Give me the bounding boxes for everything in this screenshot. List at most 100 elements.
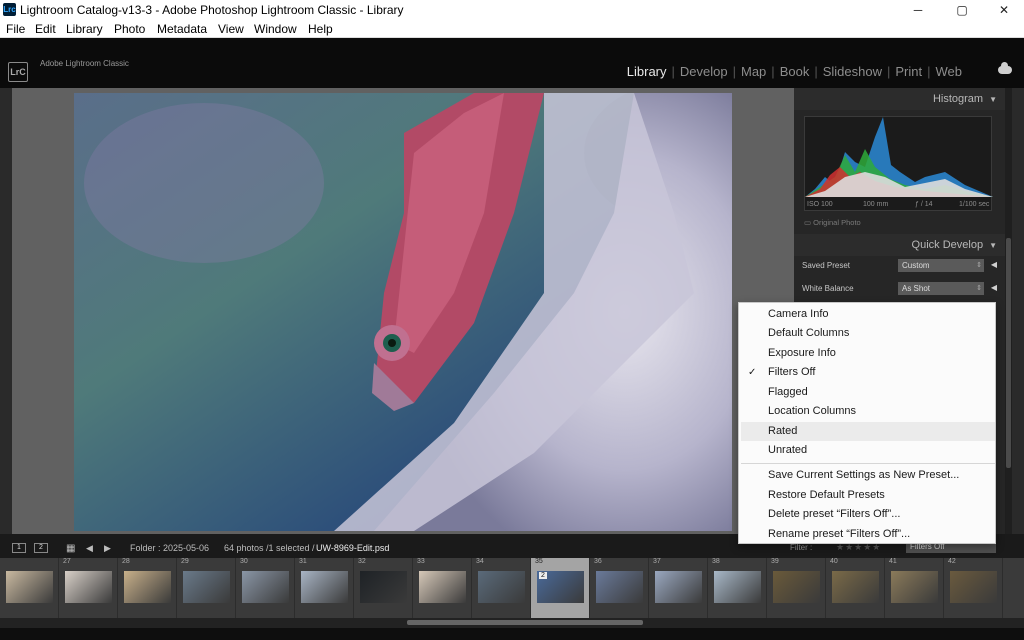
collapse-triangle-icon[interactable]: ▼ (989, 241, 997, 250)
thumbnail-image (891, 571, 938, 603)
thumbnail-index: 36 (594, 558, 602, 565)
menu-item-exposure-info[interactable]: Exposure Info (741, 344, 995, 363)
thumbnail-image (360, 571, 407, 603)
grid-view-icon[interactable]: ▦ (66, 543, 75, 554)
selected-filename: UW-8969-Edit.psd (316, 543, 390, 553)
filmstrip-thumbnail[interactable]: 31 (295, 558, 354, 618)
menu-item-unrated[interactable]: Unrated (741, 441, 995, 460)
filmstrip-thumbnail[interactable]: 30 (236, 558, 295, 618)
loupe-view (12, 88, 794, 534)
menu-item-camera-info[interactable]: Camera Info (741, 305, 995, 324)
filmstrip-thumbnail[interactable]: 42 (944, 558, 1003, 618)
collapse-triangle-icon[interactable]: ▼ (989, 95, 997, 104)
menu-view[interactable]: View (218, 22, 244, 36)
thumbnail-image (419, 571, 466, 603)
menu-item-label: Rated (768, 425, 798, 437)
filmstrip-thumbnail[interactable]: 28 (118, 558, 177, 618)
thumbnail-image (714, 571, 761, 603)
module-web[interactable]: Web (936, 64, 963, 79)
thumbnail-index: 33 (417, 558, 425, 565)
saved-preset-select[interactable]: Custom (898, 259, 984, 272)
thumbnail-image (950, 571, 997, 603)
close-button[interactable]: ✕ (984, 1, 1024, 19)
filmstrip-thumbnail[interactable]: 33 (413, 558, 472, 618)
module-library[interactable]: Library (627, 64, 667, 79)
expand-triangle-icon[interactable]: ◀ (991, 283, 997, 292)
thumbnail-index: 35 (535, 558, 543, 565)
menu-help[interactable]: Help (308, 22, 333, 36)
filter-label: Filter : (790, 543, 813, 552)
thumbnail-image (478, 571, 525, 603)
menu-bar: File Edit Library Photo Metadata View Wi… (0, 20, 1024, 38)
thumbnail-index: 32 (358, 558, 366, 565)
left-panel-collapsed[interactable] (0, 88, 12, 534)
primary-display-button[interactable]: 1 (12, 543, 26, 553)
histogram-chart[interactable]: ISO 100 100 mm ƒ / 14 1/100 sec (804, 116, 993, 211)
original-photo-toggle[interactable]: ▭ Original Photo (804, 218, 861, 227)
menu-library[interactable]: Library (66, 22, 103, 36)
menu-file[interactable]: File (6, 22, 25, 36)
menu-item-rename-preset[interactable]: Rename preset “Filters Off”... (741, 525, 995, 544)
module-book[interactable]: Book (780, 64, 810, 79)
filmstrip-scrollbar[interactable] (0, 618, 1024, 628)
filmstrip-thumbnail[interactable]: 29 (177, 558, 236, 618)
menu-item-default-columns[interactable]: Default Columns (741, 324, 995, 343)
title-bar: Lrc Lightroom Catalog-v13-3 - Adobe Phot… (0, 0, 1024, 20)
filmstrip-thumbnail[interactable]: 36 (590, 558, 649, 618)
filmstrip-thumbnail[interactable]: 32 (354, 558, 413, 618)
menu-item-restore-defaults[interactable]: Restore Default Presets (741, 486, 995, 505)
maximize-button[interactable]: ▢ (942, 1, 982, 19)
module-print[interactable]: Print (895, 64, 922, 79)
filmstrip-thumbnail[interactable] (0, 558, 59, 618)
thumbnail-image (655, 571, 702, 603)
white-balance-select[interactable]: As Shot (898, 282, 984, 295)
back-arrow-icon[interactable]: ◀ (86, 543, 93, 554)
filmstrip-thumbnail[interactable]: 34 (472, 558, 531, 618)
thumbnail-index: 31 (299, 558, 307, 565)
scrollbar-thumb[interactable] (1006, 238, 1011, 468)
thumbnail-index: 29 (181, 558, 189, 565)
filmstrip-thumbnail[interactable]: 40 (826, 558, 885, 618)
minimize-button[interactable]: ─ (898, 1, 938, 19)
thumbnail-index: 42 (948, 558, 956, 565)
quick-develop-title: Quick Develop (911, 239, 984, 251)
filmstrip-thumbnail[interactable]: 35 2 (531, 558, 590, 618)
filmstrip-thumbnail[interactable]: 39 (767, 558, 826, 618)
menu-item-location-columns[interactable]: Location Columns (741, 402, 995, 421)
window-title: Lightroom Catalog-v13-3 - Adobe Photosho… (20, 3, 404, 17)
menu-item-label: Rename preset “Filters Off”... (768, 528, 911, 540)
quick-develop-header[interactable]: Quick Develop ▼ (794, 234, 1005, 256)
expand-triangle-icon[interactable]: ◀ (991, 260, 997, 269)
scrollbar-thumb[interactable] (407, 620, 643, 625)
right-panel-scrollbar[interactable] (1005, 88, 1012, 534)
thumbnail-index: 37 (653, 558, 661, 565)
menu-item-label: Unrated (768, 444, 808, 456)
menu-item-flagged[interactable]: Flagged (741, 383, 995, 402)
menu-item-filters-off[interactable]: ✓ Filters Off (741, 363, 995, 382)
cloud-sync-icon[interactable] (998, 62, 1012, 74)
filmstrip-thumbnail[interactable]: 41 (885, 558, 944, 618)
secondary-display-button[interactable]: 2 (34, 543, 48, 553)
filmstrip-thumbnail[interactable]: 38 (708, 558, 767, 618)
menu-photo[interactable]: Photo (114, 22, 145, 36)
menu-item-save-preset[interactable]: Save Current Settings as New Preset... (741, 466, 995, 485)
thumbnail-image (773, 571, 820, 603)
menu-item-rated[interactable]: Rated (741, 422, 995, 441)
saved-preset-row: Saved Preset Custom ◀ (802, 258, 997, 274)
filmstrip-thumbnail[interactable]: 27 (59, 558, 118, 618)
filmstrip-thumbnail[interactable]: 37 (649, 558, 708, 618)
menu-metadata[interactable]: Metadata (157, 22, 207, 36)
module-develop[interactable]: Develop (680, 64, 728, 79)
thumbnail-image (301, 571, 348, 603)
original-photo-label: Original Photo (813, 218, 861, 227)
folder-source[interactable]: Folder : 2025-05-06 (130, 543, 209, 553)
main-photo[interactable] (74, 93, 732, 531)
menu-window[interactable]: Window (254, 22, 297, 36)
module-map[interactable]: Map (741, 64, 766, 79)
menu-edit[interactable]: Edit (35, 22, 56, 36)
forward-arrow-icon[interactable]: ▶ (104, 543, 111, 554)
module-slideshow[interactable]: Slideshow (823, 64, 882, 79)
histogram-header[interactable]: Histogram ▼ (794, 88, 1005, 110)
menu-item-delete-preset[interactable]: Delete preset “Filters Off”... (741, 505, 995, 524)
bottom-panel-toggle[interactable] (0, 628, 1024, 640)
